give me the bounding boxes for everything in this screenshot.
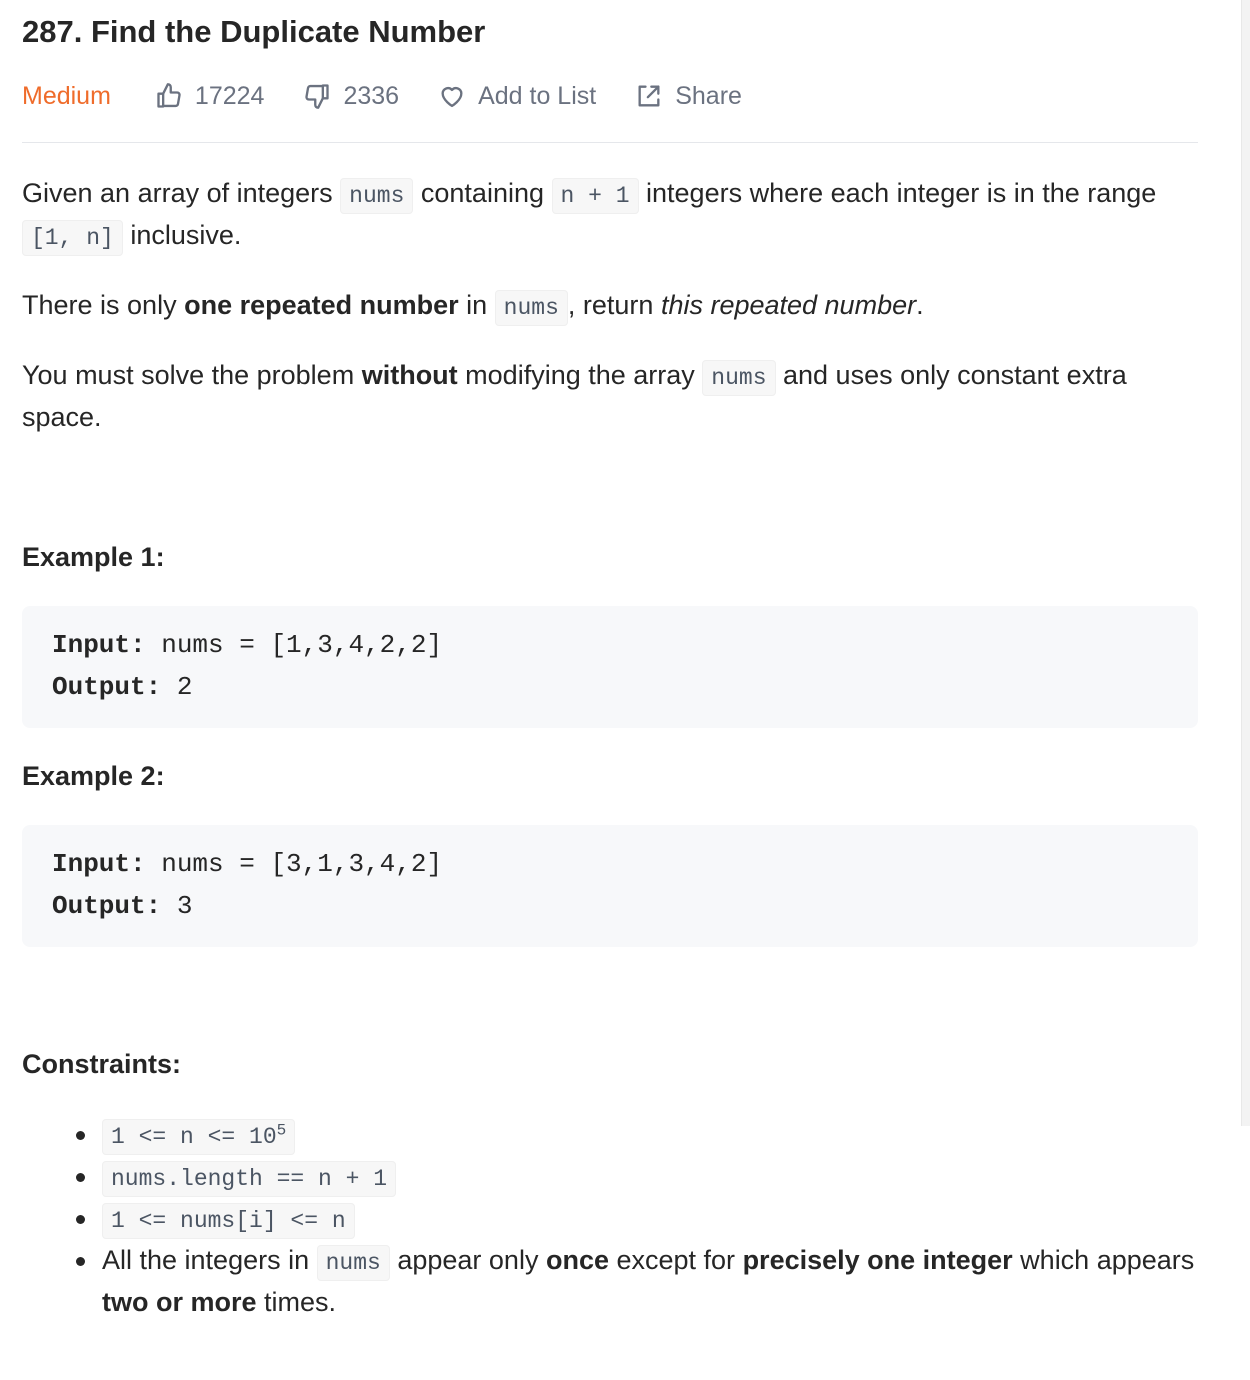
divider: [22, 142, 1198, 143]
text: appear only: [389, 1245, 546, 1275]
text: inclusive.: [122, 220, 242, 250]
constraint-n-range: 1 <= n <= 10: [111, 1124, 277, 1150]
description-paragraph-1: Given an array of integers nums containi…: [22, 172, 1198, 256]
description-paragraph-2: There is only one repeated number in num…: [22, 284, 1198, 326]
inline-code: nums: [316, 1245, 390, 1281]
share-label: Share: [675, 81, 742, 110]
text: , return: [567, 290, 661, 320]
text: All the integers in: [102, 1245, 317, 1275]
text: integers where each integer is in the ra…: [638, 178, 1157, 208]
constraint-item: 1 <= n <= 105: [22, 1113, 1198, 1155]
difficulty-badge: Medium: [22, 81, 111, 110]
constraint-item: All the integers in nums appear only onc…: [22, 1239, 1198, 1323]
text: except for: [608, 1245, 743, 1275]
text: Given an array of integers: [22, 178, 341, 208]
description-paragraph-3: You must solve the problem without modif…: [22, 354, 1198, 438]
example-2-block: Input: nums = [3,1,3,4,2] Output: 3: [22, 825, 1198, 947]
output-label: Output:: [52, 672, 162, 702]
example-1-input-line: Input: nums = [1,3,4,2,2]: [52, 630, 442, 660]
text: times.: [256, 1287, 337, 1317]
thumbs-up-icon: [157, 83, 181, 108]
like-count: 17224: [194, 81, 265, 110]
constraint-item: nums.length == n + 1: [22, 1155, 1198, 1197]
like-button[interactable]: 17224: [155, 81, 265, 111]
example-2-input-line: Input: nums = [3,1,3,4,2]: [52, 849, 442, 879]
heart-icon: [441, 87, 463, 108]
input-label: Input:: [52, 849, 146, 879]
add-to-list-label: Add to List: [478, 81, 597, 110]
output-value: 3: [161, 891, 193, 921]
example-1-output-line: Output: 2: [52, 672, 192, 702]
problem-meta-bar: Medium 17224 2336 Add to List Share: [22, 76, 781, 116]
dislike-button[interactable]: 2336: [303, 82, 399, 111]
scrollbar-track[interactable]: [1241, 0, 1250, 1126]
problem-title: 287. Find the Duplicate Number: [22, 14, 486, 49]
inline-code: [1, n]: [22, 220, 123, 256]
bold-text: without: [361, 360, 458, 390]
constraint-item: 1 <= nums[i] <= n: [22, 1197, 1198, 1239]
input-value: nums = [1,3,4,2,2]: [145, 630, 443, 660]
output-value: 2: [161, 672, 193, 702]
inline-code: nums: [340, 178, 414, 214]
text: modifying the array: [457, 360, 703, 390]
input-label: Input:: [52, 630, 146, 660]
inline-code: 1 <= n <= 105: [102, 1119, 296, 1155]
bold-text: one repeated number: [184, 290, 459, 320]
inline-code: nums: [494, 290, 568, 326]
constraints-list: 1 <= n <= 105 nums.length == n + 1 1 <= …: [22, 1113, 1198, 1323]
inline-code: nums.length == n + 1: [102, 1161, 397, 1197]
dislike-count: 2336: [343, 81, 400, 110]
example-2-output-line: Output: 3: [52, 891, 192, 921]
text: in: [458, 290, 495, 320]
bold-text: once: [545, 1245, 609, 1275]
constraints-heading: Constraints:: [22, 1049, 182, 1079]
italic-text: this repeated number: [660, 290, 917, 320]
inline-code: n + 1: [551, 178, 639, 214]
thumbs-down-icon: [305, 84, 330, 109]
text: There is only: [22, 290, 185, 320]
share-button[interactable]: Share: [635, 82, 742, 111]
bold-text: two or more: [102, 1287, 257, 1317]
inline-code: 1 <= nums[i] <= n: [102, 1203, 355, 1239]
example-1-block: Input: nums = [1,3,4,2,2] Output: 2: [22, 606, 1198, 728]
inline-code: nums: [702, 360, 776, 396]
example-1-heading: Example 1:: [22, 542, 165, 572]
add-to-list-button[interactable]: Add to List: [438, 82, 596, 111]
text: You must solve the problem: [22, 360, 362, 390]
text: containing: [413, 178, 552, 208]
example-2-heading: Example 2:: [22, 761, 165, 791]
share-icon: [638, 85, 660, 107]
output-label: Output:: [52, 891, 162, 921]
text: which appears: [1012, 1245, 1195, 1275]
exponent: 5: [276, 1121, 287, 1140]
input-value: nums = [3,1,3,4,2]: [145, 849, 443, 879]
bold-text: precisely one integer: [742, 1245, 1013, 1275]
text: .: [916, 290, 924, 320]
